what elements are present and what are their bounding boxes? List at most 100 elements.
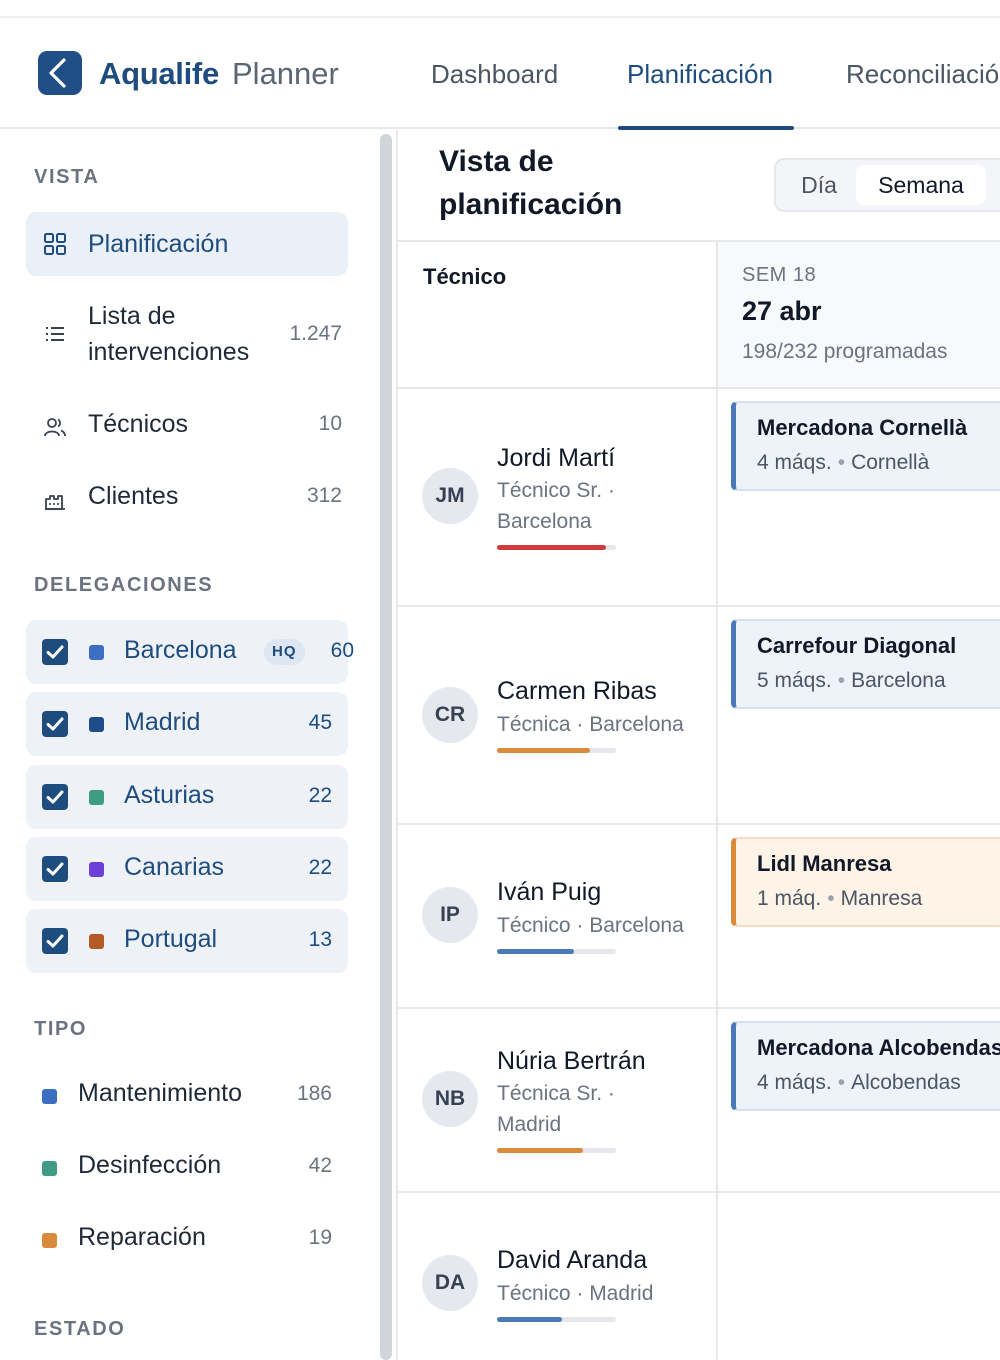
tipo-count: 42 (308, 1154, 332, 1177)
checkbox[interactable] (42, 928, 68, 954)
delegacion-color-dot (89, 645, 104, 660)
delegacion-label: Madrid (124, 708, 201, 736)
avatar: NB (422, 1071, 478, 1127)
tab-reconciliacion[interactable]: Reconciliación (846, 59, 1000, 90)
tab-planificacion[interactable]: Planificación (627, 59, 773, 90)
grid-column-divider (716, 242, 718, 1360)
tipo-color-dot (42, 1233, 57, 1248)
building-icon (45, 495, 65, 510)
tipo-count: 19 (308, 1226, 332, 1249)
check-icon (46, 934, 64, 948)
technician-name[interactable]: Carmen Ribas (497, 677, 657, 706)
technician-role: Técnico · Madrid (497, 1282, 654, 1305)
delegacion-count: 13 (308, 928, 332, 951)
week-label: SEM 18 (742, 264, 817, 286)
view-toggle: Día Semana (774, 158, 1000, 212)
checkbox[interactable] (42, 784, 68, 810)
card-maq: 1 máq. (757, 887, 822, 910)
workload-fill (497, 1148, 583, 1153)
card-place: Alcobendas (851, 1071, 961, 1094)
card-title: Mercadona Cornellà (757, 415, 968, 440)
delegacion-count: 45 (308, 711, 332, 734)
card-subtitle: 1 máq. • Manresa (757, 887, 922, 911)
week-date: 27 abr (742, 296, 822, 326)
sidebar-item-count: 312 (306, 484, 342, 507)
list-icon (46, 327, 64, 341)
workload-fill (497, 949, 575, 954)
delegacion-label: Canarias (124, 853, 225, 881)
card-place: Manresa (840, 887, 923, 910)
card-maq: 5 máqs. (757, 669, 832, 692)
delegacion-portugal[interactable]: Portugal 13 (26, 909, 348, 973)
dot-separator: • (827, 887, 835, 910)
tipo-label: Desinfección (78, 1151, 222, 1179)
check-icon (46, 645, 64, 659)
sidebar-item-clientes[interactable]: Clientes 312 (26, 464, 348, 528)
intervention-card[interactable]: Mercadona Cornellà 4 máqs. • Cornellà (731, 401, 1000, 491)
checkbox[interactable] (42, 639, 68, 665)
delegacion-barcelona[interactable]: Barcelona HQ 60 (26, 620, 354, 684)
intervention-card[interactable]: Lidl Manresa 1 máq. • Manresa (731, 837, 1000, 927)
sidebar-scrollbar[interactable] (380, 134, 392, 1360)
active-tab-indicator (618, 126, 794, 130)
grid-line (398, 1191, 1000, 1193)
tipo-color-dot (42, 1089, 57, 1104)
delegacion-asturias[interactable]: Asturias 22 (26, 765, 348, 829)
card-maq: 4 máqs. (757, 1071, 832, 1094)
avatar: CR (422, 687, 478, 743)
check-icon (46, 790, 64, 804)
intervention-card[interactable]: Carrefour Diagonal 5 máqs. • Barcelona (731, 619, 1000, 709)
check-icon (46, 862, 64, 876)
technician-name[interactable]: David Aranda (497, 1246, 647, 1275)
card-maq: 4 máqs. (757, 451, 832, 474)
dot-separator: • (837, 1071, 846, 1094)
tab-dashboard[interactable]: Dashboard (431, 59, 558, 90)
card-title: Lidl Manresa (757, 851, 892, 876)
checkbox[interactable] (42, 711, 68, 737)
tipo-desinfeccion[interactable]: Desinfección 42 (26, 1143, 348, 1193)
tipo-mantenimiento[interactable]: Mantenimiento 186 (26, 1071, 348, 1121)
checkbox[interactable] (42, 856, 68, 882)
view-toggle-dia[interactable]: Día (782, 165, 856, 205)
sidebar-item-planificacion[interactable]: Planificación (26, 212, 348, 276)
dot-separator: • (837, 669, 846, 692)
delegacion-label: Portugal (124, 925, 218, 953)
grid-line (398, 1007, 1000, 1009)
delegacion-count: 22 (308, 784, 332, 807)
delegacion-madrid[interactable]: Madrid 45 (26, 692, 348, 756)
technician-role: Técnica Sr. · Madrid (497, 1082, 615, 1136)
delegacion-color-dot (89, 717, 104, 732)
technician-name[interactable]: Núria Bertrán (497, 1047, 646, 1076)
sidebar-item-intervenciones[interactable]: Lista de intervenciones 1.247 (26, 296, 348, 372)
hq-badge: HQ (264, 639, 305, 665)
week-programadas: 198/232 programadas (742, 340, 948, 363)
sidebar-item-count: 1.247 (289, 322, 342, 345)
brand-name: Aqualife (99, 56, 219, 91)
grid-line (398, 823, 1000, 825)
technician-role: Técnico · Barcelona (497, 914, 684, 937)
view-toggle-semana[interactable]: Semana (856, 165, 986, 205)
sidebar-item-label: Lista de intervenciones (88, 302, 250, 366)
tipo-label: Mantenimiento (78, 1079, 242, 1107)
card-subtitle: 4 máqs. • Cornellà (757, 451, 929, 475)
delegacion-label: Asturias (124, 781, 215, 809)
grid-line (398, 605, 1000, 607)
sidebar-item-count: 10 (318, 412, 342, 435)
delegacion-color-dot (89, 862, 104, 877)
delegacion-canarias[interactable]: Canarias 22 (26, 837, 348, 901)
sidebar-divider (396, 130, 398, 1360)
tipo-reparacion[interactable]: Reparación 19 (26, 1215, 348, 1265)
back-logo-icon[interactable] (38, 51, 82, 95)
workload-bar (497, 1317, 616, 1322)
page-title: Vista de planificación (439, 145, 623, 221)
app-header: Aqualife Planner Dashboard Planificación… (0, 18, 1000, 130)
check-icon (46, 717, 64, 731)
sidebar-item-tecnicos[interactable]: Técnicos 10 (26, 392, 348, 456)
technician-name[interactable]: Jordi Martí (497, 444, 615, 473)
delegacion-count: 60 (330, 639, 354, 662)
column-header-tecnico: Técnico (423, 264, 507, 289)
avatar: IP (422, 887, 478, 943)
technician-name[interactable]: Iván Puig (497, 878, 601, 907)
intervention-card[interactable]: Mercadona Alcobendas 4 máqs. • Alcobendas (731, 1021, 1000, 1111)
card-subtitle: 5 máqs. • Barcelona (757, 669, 946, 693)
